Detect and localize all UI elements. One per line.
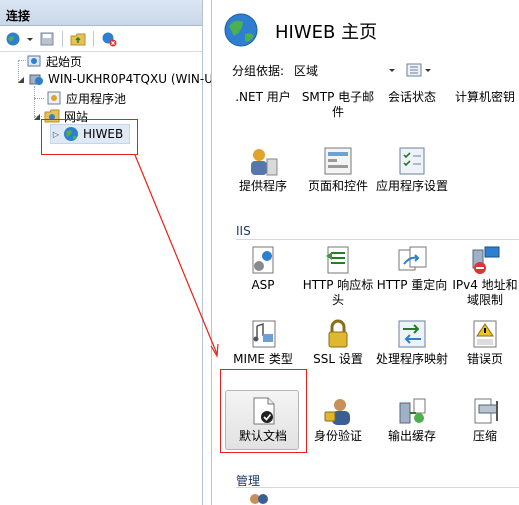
annotation-arrow [134, 154, 219, 358]
